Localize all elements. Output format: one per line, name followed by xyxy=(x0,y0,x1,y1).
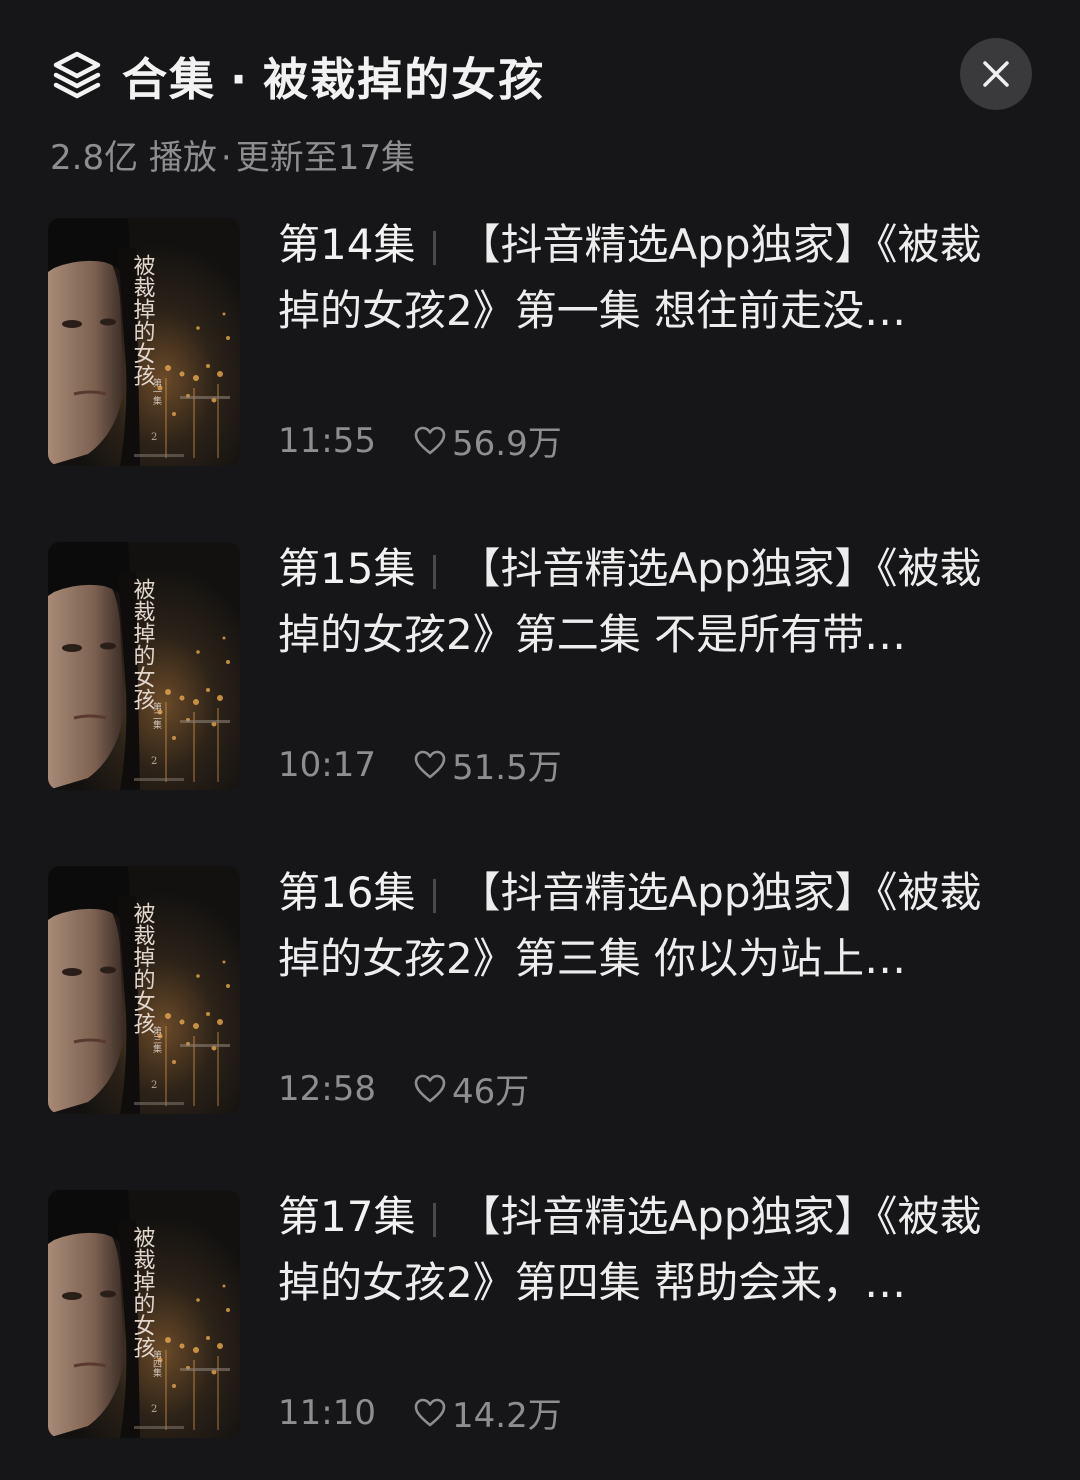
episode-thumbnail[interactable]: 被裁掉的女孩 第二集 2 xyxy=(48,542,240,790)
collection-header: 合集 · 被裁掉的女孩 xyxy=(50,40,545,110)
svg-text:第三集: 第三集 xyxy=(151,1025,162,1054)
title-divider xyxy=(433,878,437,913)
episode-title[interactable]: 第14集 【抖音精选App独家】《被裁掉的女孩2》第一集 想往前走没… xyxy=(278,212,1008,344)
like-count: 14.2万 xyxy=(452,1396,562,1436)
series-name: 被裁掉的女孩 xyxy=(263,52,546,106)
collection-stats: 2.8亿 播放 · 更新至17集 xyxy=(50,130,415,179)
episode-text: 第17集 【抖音精选App独家】《被裁掉的女孩2》第四集 帮助会来，… xyxy=(278,1190,1008,1316)
like-count: 51.5万 xyxy=(452,748,562,788)
svg-text:第四集: 第四集 xyxy=(151,1349,162,1378)
heart-icon xyxy=(414,750,446,778)
episode-duration: 11:55 xyxy=(278,420,376,461)
episode-title[interactable]: 第15集 【抖音精选App独家】《被裁掉的女孩2》第二集 不是所有带… xyxy=(278,536,1008,668)
episode-text: 第15集 【抖音精选App独家】《被裁掉的女孩2》第二集 不是所有带… xyxy=(278,542,1008,668)
episode-meta: 11:10 14.2万 xyxy=(278,1388,562,1437)
like-count: 46万 xyxy=(452,1072,530,1112)
episode-meta: 12:58 46万 xyxy=(278,1064,529,1113)
episode-duration: 11:10 xyxy=(278,1392,376,1433)
episode-item[interactable]: 被裁掉的女孩 第一集 2 第14集 【抖音精选App独家】《被裁掉的女孩2》第一集… xyxy=(48,218,1008,468)
episode-item[interactable]: 被裁掉的女孩 第二集 2 第15集 【抖音精选App独家】《被裁掉的女孩2》第二集… xyxy=(48,542,1008,792)
episode-duration: 10:17 xyxy=(278,744,376,785)
collection-label: 合集 xyxy=(122,52,217,106)
episode-text: 第14集 【抖音精选App独家】《被裁掉的女孩2》第一集 想往前走没… xyxy=(278,218,1008,344)
episode-thumbnail[interactable]: 被裁掉的女孩 第四集 2 xyxy=(48,1190,240,1438)
svg-text:被裁掉的女孩: 被裁掉的女孩 xyxy=(130,1226,156,1358)
episode-thumbnail[interactable]: 被裁掉的女孩 第一集 2 xyxy=(48,218,240,466)
like-count: 56.9万 xyxy=(452,424,562,464)
episode-thumbnail[interactable]: 被裁掉的女孩 第三集 2 xyxy=(48,866,240,1114)
poster-image: 被裁掉的女孩 第四集 2 xyxy=(48,1190,240,1438)
stats-separator: · xyxy=(220,138,232,178)
collection-title: 合集 · 被裁掉的女孩 xyxy=(122,43,545,108)
svg-text:第一集: 第一集 xyxy=(151,377,162,406)
svg-text:被裁掉的女孩: 被裁掉的女孩 xyxy=(130,254,156,386)
svg-text:2: 2 xyxy=(151,1404,157,1415)
poster-image: 被裁掉的女孩 第二集 2 xyxy=(48,542,240,790)
layers-icon xyxy=(53,51,101,99)
close-icon xyxy=(983,61,1009,87)
title-divider xyxy=(433,554,437,589)
svg-text:第二集: 第二集 xyxy=(151,701,162,730)
episode-duration: 12:58 xyxy=(278,1068,376,1109)
episode-title[interactable]: 第17集 【抖音精选App独家】《被裁掉的女孩2》第四集 帮助会来，… xyxy=(278,1184,1008,1316)
episode-number: 第16集 xyxy=(278,868,416,917)
title-divider xyxy=(433,1202,437,1237)
close-button[interactable] xyxy=(960,38,1032,110)
heart-icon xyxy=(414,1074,446,1102)
episode-title[interactable]: 第16集 【抖音精选App独家】《被裁掉的女孩2》第三集 你以为站上… xyxy=(278,860,1008,992)
title-divider xyxy=(433,230,437,265)
episode-number: 第17集 xyxy=(278,1192,416,1241)
episode-text: 第16集 【抖音精选App独家】《被裁掉的女孩2》第三集 你以为站上… xyxy=(278,866,1008,992)
episode-number: 第15集 xyxy=(278,544,416,593)
svg-text:被裁掉的女孩: 被裁掉的女孩 xyxy=(130,578,156,710)
episode-item[interactable]: 被裁掉的女孩 第三集 2 第16集 【抖音精选App独家】《被裁掉的女孩2》第三集… xyxy=(48,866,1008,1116)
svg-text:2: 2 xyxy=(151,1080,157,1091)
episode-meta: 11:55 56.9万 xyxy=(278,416,562,465)
svg-text:2: 2 xyxy=(151,756,157,767)
play-count: 2.8亿 播放 xyxy=(50,138,217,178)
poster-image: 被裁掉的女孩 第一集 2 xyxy=(48,218,240,466)
title-separator: · xyxy=(230,52,250,106)
episode-item[interactable]: 被裁掉的女孩 第四集 2 第17集 【抖音精选App独家】《被裁掉的女孩2》第四集… xyxy=(48,1190,1008,1440)
poster-image: 被裁掉的女孩 第三集 2 xyxy=(48,866,240,1114)
svg-text:被裁掉的女孩: 被裁掉的女孩 xyxy=(130,902,156,1034)
svg-text:2: 2 xyxy=(151,432,157,443)
collection-panel: 合集 · 被裁掉的女孩 2.8亿 播放 · 更新至17集 被裁掉的女孩 第一集 … xyxy=(0,0,1080,1480)
episode-number: 第14集 xyxy=(278,220,416,269)
update-status: 更新至17集 xyxy=(235,138,415,178)
heart-icon xyxy=(414,1398,446,1426)
episode-meta: 10:17 51.5万 xyxy=(278,740,562,789)
heart-icon xyxy=(414,426,446,454)
